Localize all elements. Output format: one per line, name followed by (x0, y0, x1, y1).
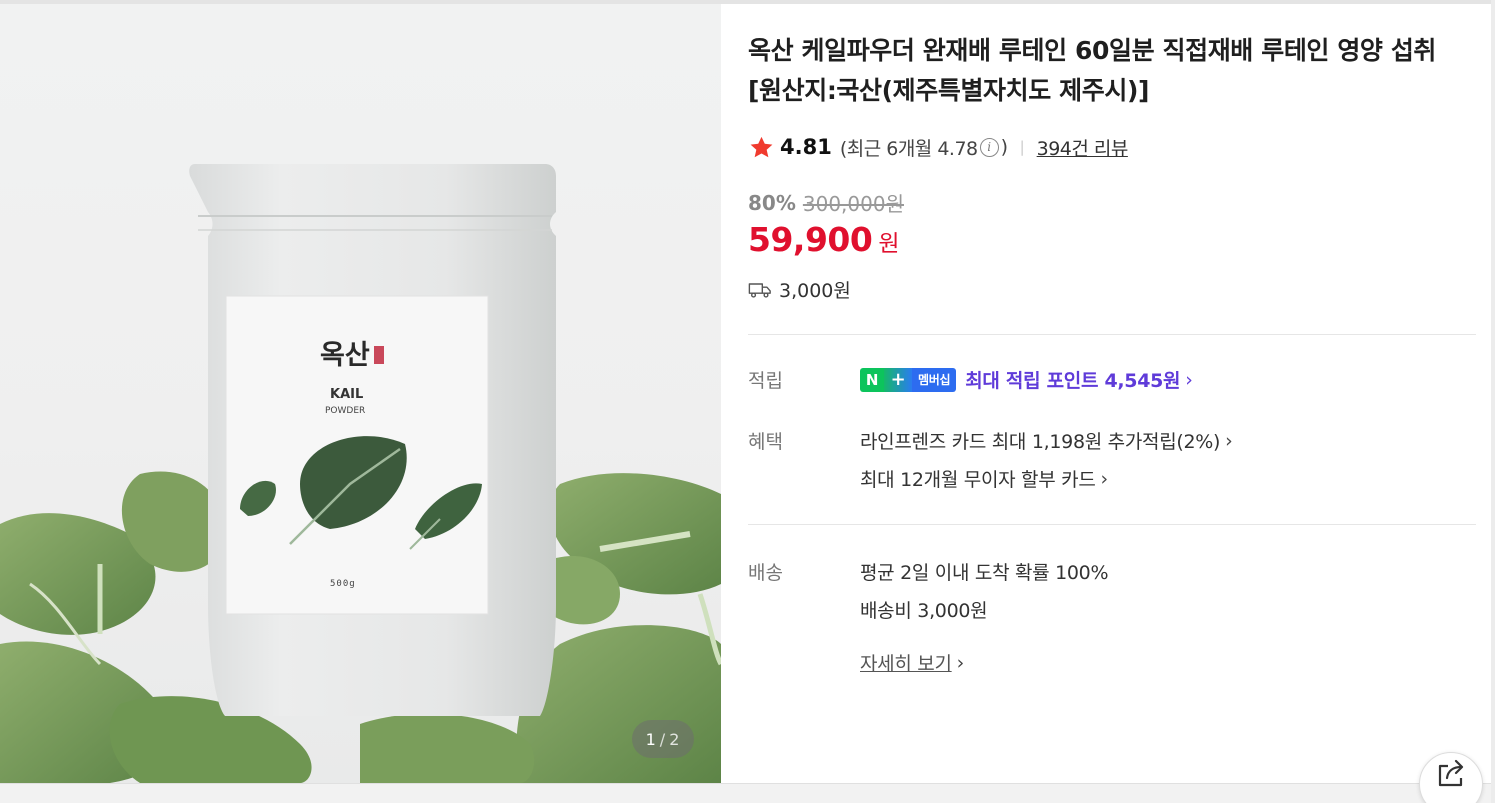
shipping-fee: 3,000원 (779, 280, 851, 302)
pouch-name-line2: POWDER (325, 406, 365, 416)
chevron-right-icon: › (1225, 429, 1233, 452)
recent-rating-close: ) (1000, 136, 1008, 158)
recent-rating: (최근 6개월 4.78 (839, 137, 978, 160)
perk-installment-card[interactable]: 최대 12개월 무이자 할부 카드 › (860, 465, 1108, 492)
delivery-fee-text: 배송비 3,000원 (860, 600, 988, 622)
bottom-strip (0, 783, 1495, 803)
review-count-link[interactable]: 394건 리뷰 (1037, 134, 1129, 161)
rating-row: 4.81 (최근 6개월 4.78 i ) | 394건 리뷰 (748, 132, 1128, 162)
perk-text[interactable]: 최대 12개월 무이자 할부 카드 (860, 465, 1096, 492)
seal-mark (374, 346, 384, 364)
product-photo: 옥산 KAIL POWDER 500g (0, 164, 721, 783)
image-counter-total: 2 (669, 729, 681, 749)
pouch-brand: 옥산 (320, 340, 370, 371)
perk-text[interactable]: 라인프렌즈 카드 최대 1,198원 추가적립(2%) (860, 427, 1220, 454)
points-label: 적립 (748, 370, 783, 392)
original-price: 300,000원 (802, 192, 904, 216)
perk-line-friends-card[interactable]: 라인프렌즈 카드 최대 1,198원 추가적립(2%) › (860, 427, 1233, 454)
divider: | (1019, 138, 1025, 156)
chevron-right-icon: › (956, 651, 965, 674)
share-icon (1438, 759, 1464, 787)
points-value[interactable]: N + 멤버십 최대 적립 포인트 4,545원 › (860, 366, 1193, 393)
delivery-detail-link[interactable]: 자세히 보기 › (860, 649, 964, 676)
product-image-gallery[interactable]: 옥산 KAIL POWDER 500g 1 / 2 (0, 4, 721, 783)
price-row: 59,900 원 (748, 220, 900, 259)
discount-rate: 80% (748, 190, 796, 215)
membership-label: 멤버십 (912, 367, 957, 392)
kale-leaf-bg (360, 713, 535, 783)
pouch-weight: 500g (330, 579, 356, 589)
naver-plus-membership-badge: N + 멤버십 (860, 367, 957, 392)
delivery-label: 배송 (748, 562, 783, 584)
info-icon[interactable]: i (979, 137, 999, 157)
delivery-fee: 배송비 3,000원 (860, 596, 988, 623)
section-divider (748, 334, 1476, 335)
share-button[interactable] (1419, 752, 1483, 803)
delivery-probability: 평균 2일 이내 도착 확률 100% (860, 558, 1109, 585)
star-icon (750, 136, 773, 157)
truck-icon (748, 282, 771, 298)
naver-n-logo: N (860, 367, 884, 392)
pouch-name-line1: KAIL (330, 387, 363, 402)
image-counter-separator: / (659, 729, 667, 749)
max-points-text[interactable]: 최대 적립 포인트 4,545원 (965, 366, 1180, 393)
plus-icon: + (884, 367, 912, 392)
section-divider (748, 524, 1476, 525)
discount-row: 80% 300,000원 (748, 188, 904, 217)
chevron-right-icon: › (1100, 467, 1109, 490)
chevron-right-icon: › (1185, 368, 1193, 391)
product-title: 옥산 케일파우더 완재배 루테인 60일분 직접재배 루테인 영양 섭취 [원산… (748, 36, 1437, 105)
detail-link-text[interactable]: 자세히 보기 (860, 649, 952, 676)
image-counter: 1 / 2 (632, 720, 694, 758)
right-edge (1491, 0, 1495, 803)
shipping-row: 3,000원 (748, 276, 851, 303)
image-counter-current: 1 (645, 729, 657, 749)
perks-label: 혜택 (748, 431, 783, 453)
sale-price: 59,900 (748, 220, 873, 259)
rating-score: 4.81 (780, 135, 832, 159)
delivery-probability-text: 평균 2일 이내 도착 확률 100% (860, 562, 1109, 584)
currency-label: 원 (878, 231, 900, 257)
